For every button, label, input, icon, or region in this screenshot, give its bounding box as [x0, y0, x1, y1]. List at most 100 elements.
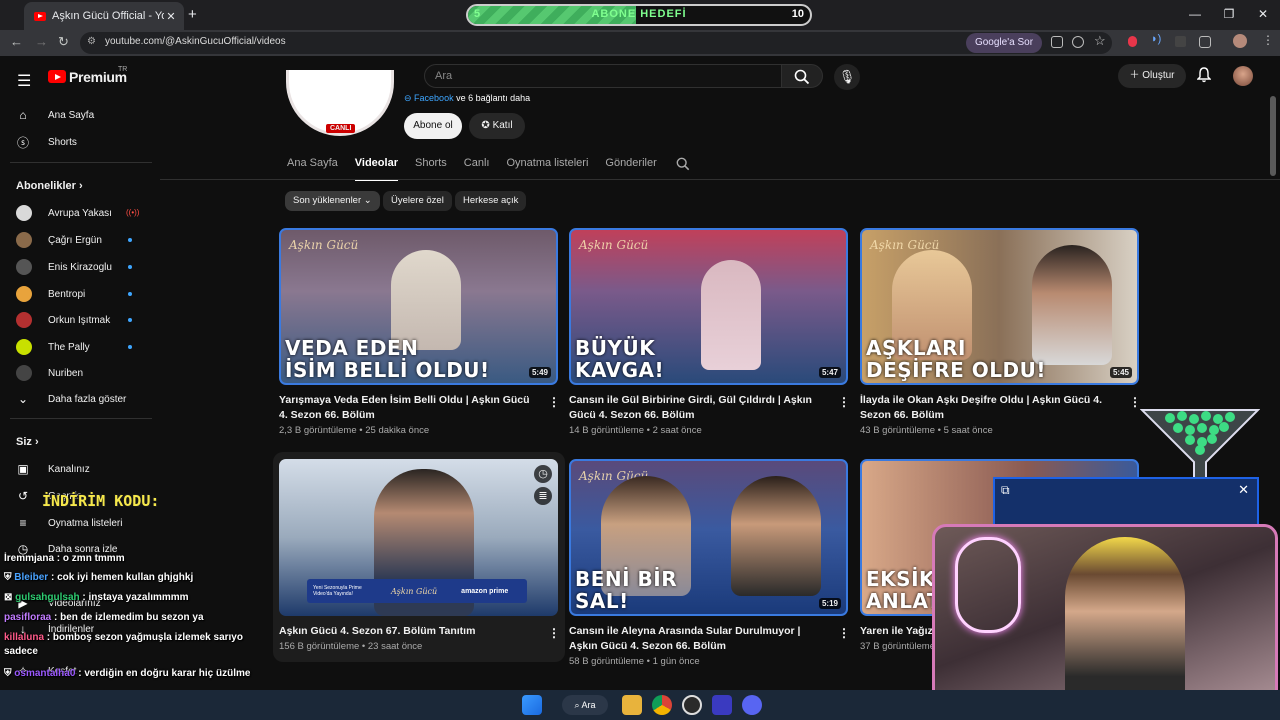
video-meta: 156 B görüntüleme • 23 saat önce [279, 641, 423, 652]
sidebar-item-subscription[interactable]: Bentropi [16, 286, 85, 302]
url-text[interactable]: youtube.com/@AskinGucuOfficial/videos [105, 36, 286, 47]
sidebar-item-subscription[interactable]: Orkun Işıtmak [16, 312, 110, 328]
video-title[interactable]: İlayda ile Okan Aşkı Deşifre Oldu | Aşkı… [860, 393, 1122, 423]
chip-members-only[interactable]: Üyelere özel [383, 191, 452, 211]
more-options-icon[interactable]: ⋮ [838, 395, 850, 409]
sidebar-item-home[interactable]: ⌂ Ana Sayfa [16, 108, 94, 122]
sidebar-item-subscription[interactable]: Avrupa Yakası [16, 205, 112, 221]
thumbnail-person [731, 476, 821, 596]
chevron-down-icon: ⌄ [17, 392, 29, 406]
tab-live[interactable]: Canlı [464, 150, 490, 179]
mini-player[interactable]: ⧉ ✕ [993, 477, 1259, 527]
sidebar-item-subscription[interactable]: Enis Kirazoglu [16, 259, 112, 275]
obs-icon[interactable] [682, 695, 702, 715]
video-duration: 5:19 [818, 598, 841, 609]
sidebar-item-subscription[interactable]: Nuriben [16, 365, 83, 381]
tab-videos[interactable]: Videolar [354, 150, 398, 181]
file-explorer-icon[interactable] [622, 695, 642, 715]
video-title[interactable]: Cansın ile Gül Birbirine Girdi, Gül Çıld… [569, 393, 831, 423]
subscribe-button[interactable]: Abone ol [404, 113, 462, 139]
more-options-icon[interactable]: ⋮ [548, 626, 560, 640]
taskbar-search[interactable]: ⌕ Ara [562, 695, 608, 715]
youtube-logo-icon[interactable] [48, 70, 66, 83]
app-icon[interactable] [712, 695, 732, 715]
account-avatar[interactable] [1233, 66, 1253, 86]
plus-icon: ＋ [1129, 70, 1143, 81]
extension-box-icon[interactable] [1175, 36, 1186, 47]
tab-posts[interactable]: Gönderiler [605, 150, 656, 179]
tab-home[interactable]: Ana Sayfa [287, 150, 338, 179]
chat-message: İremmjana : o zmn tmmm [4, 553, 125, 564]
channel-links[interactable]: ⊖ Facebook ve 6 bağlantı daha [404, 93, 530, 104]
video-title[interactable]: Yarışmaya Veda Eden İsim Belli Oldu | Aş… [279, 393, 541, 423]
browser-tab[interactable]: Aşkın Gücü Official - YouTube ✕ [24, 2, 184, 30]
back-icon[interactable]: ← [10, 34, 23, 49]
sidebar-item-subscription[interactable]: Çağrı Ergün [16, 232, 102, 248]
search-icon[interactable] [781, 64, 823, 88]
create-button[interactable]: ＋ Oluştur [1118, 64, 1186, 88]
tracking-icon[interactable] [1072, 36, 1084, 48]
thumbnail-caption: BÜYÜK KAVGA! [575, 336, 665, 382]
you-header[interactable]: Siz › [16, 436, 39, 448]
add-to-queue-icon[interactable]: ≣ [534, 487, 552, 505]
facebook-link[interactable]: Facebook [414, 93, 454, 103]
chip-latest[interactable]: Son yüklenenler ⌄ [285, 191, 380, 211]
chip-public[interactable]: Herkese açık [455, 191, 527, 211]
channel-tabs: Ana Sayfa Videolar Shorts Canlı Oynatma … [287, 150, 674, 181]
watch-later-icon[interactable]: ◷ [534, 465, 552, 483]
expand-icon[interactable]: ⧉ [1001, 483, 1010, 498]
windows-taskbar [0, 690, 1280, 720]
thumbnail-caption: BENİ BİR SAL! [575, 567, 678, 613]
close-icon[interactable]: ✕ [1238, 482, 1249, 498]
minimize-button[interactable]: — [1178, 0, 1212, 28]
subscriptions-header[interactable]: Abonelikler › [16, 180, 83, 192]
channel-search-icon[interactable] [676, 157, 690, 174]
cast-icon[interactable] [1051, 36, 1063, 48]
scrollbar-thumb[interactable] [1270, 96, 1276, 176]
video-thumbnail[interactable]: Yeni Sezonuyla Prime Video'da Yayında! A… [279, 459, 558, 616]
bookmark-star-icon[interactable]: ☆ [1094, 33, 1106, 49]
restore-button[interactable]: ❐ [1212, 0, 1246, 28]
chrome-menu-icon[interactable]: ⋮ [1262, 33, 1274, 47]
google-sor-button[interactable]: Google'a Sor [966, 33, 1042, 53]
close-window-button[interactable]: ✕ [1246, 0, 1280, 28]
site-info-icon[interactable]: ⚙ [87, 36, 96, 47]
more-options-icon[interactable]: ⋮ [548, 395, 560, 409]
video-thumbnail[interactable]: Aşkın Gücü AŞKLARI DEŞİFRE OLDU! 5:45 [860, 228, 1139, 385]
sidebar-item-channel[interactable]: ▣ Kanalınız [16, 462, 89, 476]
sidebar-item-shorts[interactable]: ⓢ Shorts [16, 135, 77, 150]
video-title[interactable]: Yaren ile Yağız [860, 624, 932, 639]
more-options-icon[interactable]: ⋮ [838, 626, 850, 640]
video-title[interactable]: Aşkın Gücü 4. Sezon 67. Bölüm Tanıtım [279, 624, 541, 639]
tab-close-icon[interactable]: ✕ [164, 10, 178, 23]
video-thumbnail[interactable]: Aşkın Gücü BENİ BİR SAL! 5:19 [569, 459, 848, 616]
forward-icon[interactable]: → [35, 34, 48, 49]
reload-icon[interactable]: ↻ [58, 34, 69, 50]
discord-icon[interactable] [742, 695, 762, 715]
profile-icon[interactable] [1233, 34, 1247, 48]
search-input[interactable]: Ara [424, 64, 782, 88]
video-meta: 58 B görüntüleme • 1 gün önce [569, 656, 700, 667]
show-more-button[interactable]: ⌄ Daha fazla göster [16, 392, 126, 406]
video-title[interactable]: Cansın ile Aleyna Arasında Sular Durulmu… [569, 624, 831, 654]
video-thumbnail[interactable]: Aşkın Gücü BÜYÜK KAVGA! 5:47 [569, 228, 848, 385]
video-meta: 43 B görüntüleme • 5 saat önce [860, 425, 993, 436]
extensions-puzzle-icon[interactable] [1199, 36, 1211, 48]
chrome-icon[interactable] [652, 695, 672, 715]
mic-icon[interactable]: 🎙 [834, 64, 860, 90]
notifications-bell-icon[interactable] [1196, 67, 1212, 86]
join-button[interactable]: ✪ Katıl [469, 113, 525, 139]
hamburger-menu-icon[interactable]: ☰ [17, 71, 31, 91]
new-tab-button[interactable]: + [188, 6, 197, 23]
start-icon[interactable] [522, 695, 542, 715]
extension-audio-icon[interactable]: ◗) [1151, 33, 1161, 45]
divider [10, 162, 152, 163]
sidebar-item-subscription[interactable]: The Pally [16, 339, 90, 355]
tab-shorts[interactable]: Shorts [415, 150, 447, 179]
more-links[interactable]: ve 6 bağlantı daha [456, 93, 530, 103]
video-duration: 5:49 [528, 367, 551, 378]
chat-message: pasifloraa : ben de izlemedim bu sezon y… [4, 612, 204, 623]
extension-red-icon[interactable] [1128, 36, 1137, 47]
video-thumbnail[interactable]: Aşkın Gücü VEDA EDEN İSİM BELLİ OLDU! 5:4… [279, 228, 558, 385]
tab-playlists[interactable]: Oynatma listeleri [506, 150, 588, 179]
